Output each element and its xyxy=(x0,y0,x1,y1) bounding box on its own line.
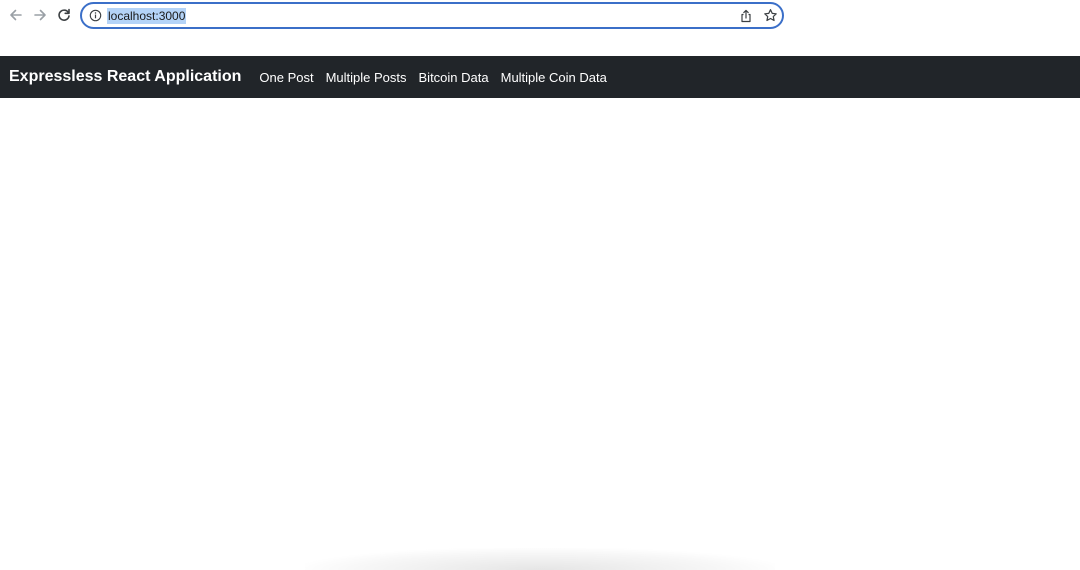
nav-links: One Post Multiple Posts Bitcoin Data Mul… xyxy=(259,70,618,85)
arrow-left-icon xyxy=(10,9,22,21)
url-text[interactable]: localhost:3000 xyxy=(107,8,187,24)
page: localhost:3000 Expressless React Applica… xyxy=(0,0,1080,570)
browser-toolbar: localhost:3000 xyxy=(0,0,1080,56)
reload-button[interactable] xyxy=(53,4,75,26)
arrow-right-icon xyxy=(34,9,46,21)
nav-link-one-post[interactable]: One Post xyxy=(259,70,313,85)
nav-link-bitcoin-data[interactable]: Bitcoin Data xyxy=(419,70,489,85)
star-icon[interactable] xyxy=(763,8,778,23)
main-content xyxy=(0,98,1080,570)
info-icon[interactable] xyxy=(89,9,102,22)
forward-button[interactable] xyxy=(29,4,51,26)
back-button[interactable] xyxy=(5,4,27,26)
nav-link-multiple-posts[interactable]: Multiple Posts xyxy=(326,70,407,85)
app-navbar: Expressless React Application One Post M… xyxy=(0,56,1080,98)
share-icon[interactable] xyxy=(739,9,753,23)
brand-link[interactable]: Expressless React Application xyxy=(9,68,241,86)
nav-link-multiple-coin-data[interactable]: Multiple Coin Data xyxy=(501,70,607,85)
address-bar[interactable]: localhost:3000 xyxy=(80,2,784,29)
bottom-shadow xyxy=(305,548,775,570)
reload-icon xyxy=(58,8,70,21)
